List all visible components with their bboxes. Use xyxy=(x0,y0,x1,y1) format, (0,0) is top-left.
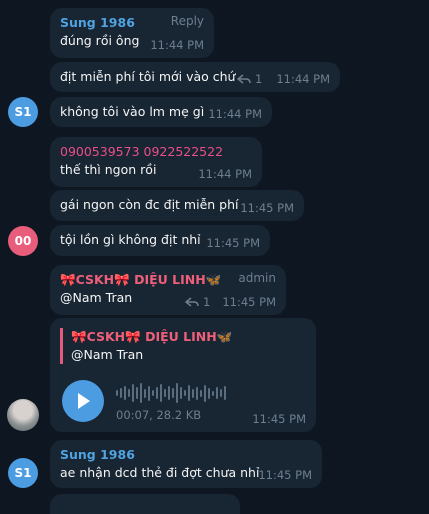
message-bubble-partial[interactable] xyxy=(50,494,240,514)
message-time: 11:45 PM xyxy=(240,201,294,215)
message-time: 11:45 PM xyxy=(258,468,312,482)
quoted-sender: 🎀CSKH🎀 DIỆU LINH🦋 xyxy=(71,329,233,344)
play-button[interactable] xyxy=(62,380,104,422)
message-bubble[interactable]: 🎀CSKH🎀 DIỆU LINH🦋 admin @Nam Tran 1 11:4… xyxy=(50,265,286,315)
message-time: 11:45 PM xyxy=(252,412,306,426)
reply-label: Reply xyxy=(170,14,204,28)
message-time: 11:44 PM xyxy=(198,167,252,181)
bow-icon: 🎀 xyxy=(125,329,141,344)
message-bubble[interactable]: Sung 1986 Reply đúng rồi ông 11:44 PM xyxy=(50,8,214,58)
message-bubble[interactable]: tội lồn gì không địt nhỉ 11:45 PM xyxy=(50,225,270,256)
message-bubble[interactable]: địt miễn phí tôi mới vào chứ 1 11:44 PM xyxy=(50,62,340,92)
butterfly-icon: 🦋 xyxy=(216,329,233,344)
message-time: 11:45 PM xyxy=(206,236,260,250)
avatar[interactable]: 00 xyxy=(8,226,38,256)
sender-name[interactable]: 0900539573 0922522522 xyxy=(60,143,252,161)
butterfly-icon: 🦋 xyxy=(205,272,222,287)
bow-icon: 🎀 xyxy=(71,329,87,344)
quoted-text: @Nam Tran xyxy=(71,347,144,362)
avatar[interactable]: S1 xyxy=(8,97,38,127)
message-bubble[interactable]: Sung 1986 ae nhận dcd thẻ đi đợt chưa nh… xyxy=(50,440,322,488)
avatar[interactable]: S1 xyxy=(8,458,38,488)
bow-icon: 🎀 xyxy=(114,272,130,287)
reply-arrow-icon xyxy=(185,297,199,307)
reply-count[interactable]: 1 xyxy=(255,72,262,86)
message-time: 11:44 PM xyxy=(150,38,204,52)
message-meta: 1 11:45 PM xyxy=(185,295,276,309)
message-bubble[interactable]: 🎀CSKH🎀 DIỆU LINH🦋 @Nam Tran 00:07, 28.2 … xyxy=(50,318,316,432)
message-time: 11:44 PM xyxy=(208,107,262,121)
reply-arrow-icon xyxy=(237,74,251,84)
audio-info: 00:07, 28.2 KB xyxy=(116,408,202,422)
message-bubble[interactable]: 0900539573 0922522522 thế thì ngon rồi 1… xyxy=(50,137,262,187)
play-icon xyxy=(78,393,90,409)
quoted-message[interactable]: 🎀CSKH🎀 DIỆU LINH🦋 @Nam Tran xyxy=(60,328,306,364)
message-bubble[interactable]: gái ngon còn đc địt miễn phí 11:45 PM xyxy=(50,190,304,221)
message-meta: 1 11:44 PM xyxy=(237,72,330,86)
bow-icon: 🎀 xyxy=(60,272,76,287)
message-time: 11:45 PM xyxy=(222,295,276,309)
sender-name[interactable]: Sung 1986 xyxy=(60,446,312,464)
message-time: 11:44 PM xyxy=(276,72,330,86)
message-bubble[interactable]: không tôi vào lm mẹ gì 11:44 PM xyxy=(50,97,272,127)
scrollbar[interactable] xyxy=(422,0,426,500)
reply-count[interactable]: 1 xyxy=(203,295,210,309)
admin-label: admin xyxy=(238,271,276,285)
avatar-photo[interactable] xyxy=(7,399,39,431)
audio-waveform[interactable] xyxy=(116,382,226,404)
